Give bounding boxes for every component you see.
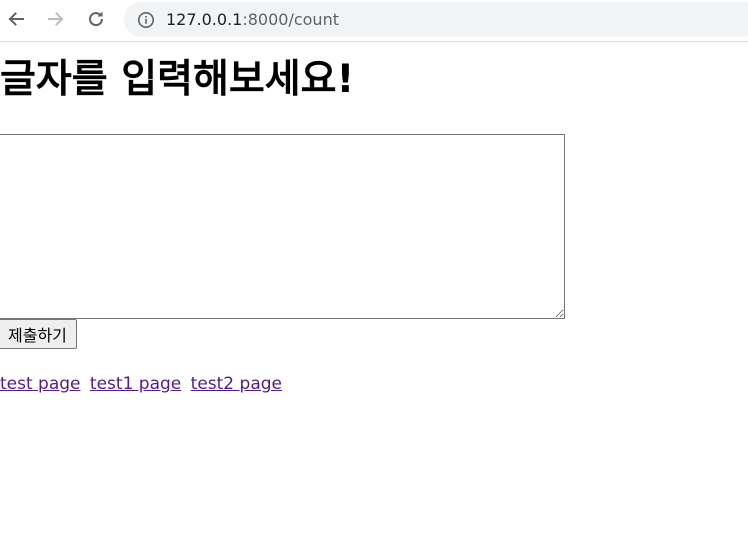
test1-page-link[interactable]: test1 page [90,374,181,394]
info-icon[interactable] [137,11,155,29]
submit-button[interactable]: 제출하기 [0,319,77,349]
test-page-link[interactable]: test page [0,374,81,394]
test2-page-link[interactable]: test2 page [191,374,282,394]
browser-toolbar: 127.0.0.1:8000/count [0,0,748,42]
forward-button[interactable] [43,6,69,32]
url-host: 127.0.0.1 [166,10,243,29]
url-path: :8000/count [242,10,339,29]
page-links: test page test1 page test2 page [0,372,286,396]
address-bar[interactable]: 127.0.0.1:8000/count [124,2,748,37]
back-arrow-icon [6,9,26,29]
back-button[interactable] [3,6,29,32]
reload-icon [86,9,106,29]
reload-button[interactable] [83,6,109,32]
url-text[interactable]: 127.0.0.1:8000/count [166,10,339,30]
forward-arrow-icon [46,9,66,29]
text-input-area[interactable] [0,134,565,319]
page-heading: 글자를 입력해보세요! [0,57,355,102]
